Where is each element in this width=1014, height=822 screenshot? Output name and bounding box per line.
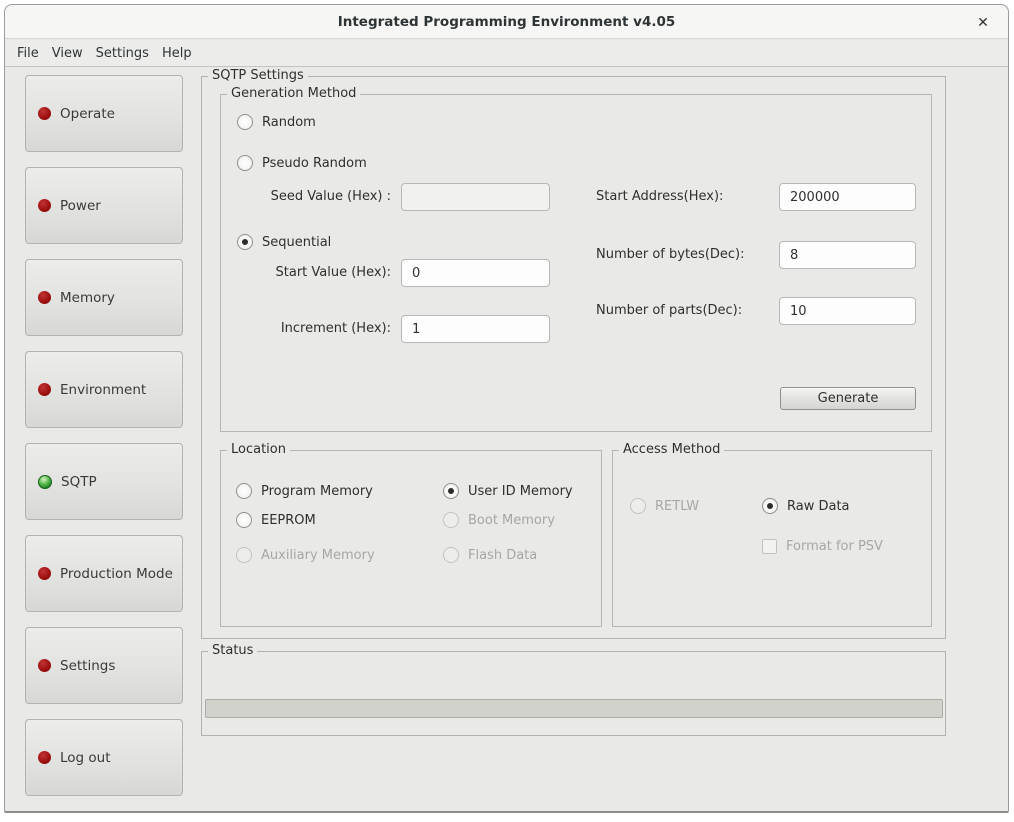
radio-icon xyxy=(236,483,252,499)
generation-method-group-title: Generation Method xyxy=(227,86,360,101)
radio-label: Flash Data xyxy=(468,548,537,563)
sidebar-button-memory[interactable]: Memory xyxy=(25,259,183,336)
start-address-label: Start Address(Hex): xyxy=(596,183,723,211)
close-icon[interactable]: ✕ xyxy=(972,12,994,34)
radio-sequential[interactable]: Sequential xyxy=(237,234,331,250)
status-group: Status xyxy=(201,651,946,736)
location-group-title: Location xyxy=(227,442,290,457)
radio-retlw: RETLW xyxy=(630,498,699,514)
checkbox-format-for-psv: Format for PSV xyxy=(762,539,883,554)
sidebar-button-power[interactable]: Power xyxy=(25,167,183,244)
screen: Integrated Programming Environment v4.05… xyxy=(0,0,1014,822)
app-window: Integrated Programming Environment v4.05… xyxy=(4,4,1009,813)
radio-label: Sequential xyxy=(262,235,331,250)
green-status-icon xyxy=(38,475,52,489)
radio-flash-data: Flash Data xyxy=(443,547,537,563)
menu-help[interactable]: Help xyxy=(162,42,201,65)
radio-icon xyxy=(236,512,252,528)
radio-random[interactable]: Random xyxy=(237,114,316,130)
radio-icon-disabled xyxy=(443,512,459,528)
radio-icon-checked xyxy=(443,483,459,499)
radio-icon-checked xyxy=(762,498,778,514)
radio-icon xyxy=(237,155,253,171)
num-parts-label: Number of parts(Dec): xyxy=(596,297,742,325)
sidebar-label: Environment xyxy=(60,382,146,398)
radio-label: Random xyxy=(262,115,316,130)
sidebar-label: Memory xyxy=(60,290,115,306)
access-method-group-title: Access Method xyxy=(619,442,724,457)
sidebar-label: SQTP xyxy=(61,474,97,490)
radio-icon xyxy=(237,114,253,130)
generation-method-group: Generation Method Random Pseudo Random S… xyxy=(220,94,932,432)
location-group: Location Program Memory User ID Memory E… xyxy=(220,450,602,627)
red-status-icon xyxy=(38,751,51,764)
generate-button[interactable]: Generate xyxy=(780,387,916,410)
radio-eeprom[interactable]: EEPROM xyxy=(236,512,316,528)
sidebar-label: Settings xyxy=(60,658,115,674)
checkbox-icon xyxy=(762,539,777,554)
progress-bar xyxy=(205,699,943,718)
radio-icon-disabled xyxy=(443,547,459,563)
menu-file[interactable]: File xyxy=(17,42,48,65)
radio-auxiliary-memory: Auxiliary Memory xyxy=(236,547,375,563)
radio-icon-disabled xyxy=(630,498,646,514)
num-bytes-label: Number of bytes(Dec): xyxy=(596,241,745,269)
sidebar-button-settings[interactable]: Settings xyxy=(25,627,183,704)
increment-label: Increment (Hex): xyxy=(251,315,391,343)
start-value-input[interactable] xyxy=(401,259,550,287)
sidebar-button-production-mode[interactable]: Production Mode xyxy=(25,535,183,612)
menubar: File View Settings Help xyxy=(5,40,1008,67)
radio-user-id-memory[interactable]: User ID Memory xyxy=(443,483,573,499)
window-title: Integrated Programming Environment v4.05 xyxy=(338,14,676,30)
sidebar-label: Power xyxy=(60,198,101,214)
checkbox-label: Format for PSV xyxy=(786,539,883,554)
radio-program-memory[interactable]: Program Memory xyxy=(236,483,373,499)
start-address-input[interactable] xyxy=(779,183,916,211)
red-status-icon xyxy=(38,107,51,120)
red-status-icon xyxy=(38,567,51,580)
radio-label: Raw Data xyxy=(787,499,850,514)
radio-boot-memory: Boot Memory xyxy=(443,512,555,528)
start-value-label: Start Value (Hex): xyxy=(251,259,391,287)
sqtp-settings-group: SQTP Settings Generation Method Random P… xyxy=(201,76,946,639)
sqtp-settings-group-title: SQTP Settings xyxy=(208,68,308,83)
red-status-icon xyxy=(38,659,51,672)
seed-value-input[interactable] xyxy=(401,183,550,211)
radio-label: Auxiliary Memory xyxy=(261,548,375,563)
status-group-title: Status xyxy=(208,643,257,658)
red-status-icon xyxy=(38,383,51,396)
increment-input[interactable] xyxy=(401,315,550,343)
sidebar-label: Operate xyxy=(60,106,115,122)
titlebar: Integrated Programming Environment v4.05… xyxy=(5,5,1008,39)
sidebar-label: Log out xyxy=(60,750,111,766)
access-method-group: Access Method RETLW Raw Data Format for … xyxy=(612,450,932,627)
radio-pseudo-random[interactable]: Pseudo Random xyxy=(237,155,367,171)
menu-view[interactable]: View xyxy=(52,42,92,65)
sidebar-button-environment[interactable]: Environment xyxy=(25,351,183,428)
radio-label: EEPROM xyxy=(261,513,316,528)
radio-icon-checked xyxy=(237,234,253,250)
seed-value-label: Seed Value (Hex) : xyxy=(251,183,391,211)
red-status-icon xyxy=(38,291,51,304)
sidebar-button-sqtp[interactable]: SQTP xyxy=(25,443,183,520)
sidebar-button-log-out[interactable]: Log out xyxy=(25,719,183,796)
radio-raw-data[interactable]: Raw Data xyxy=(762,498,850,514)
radio-icon-disabled xyxy=(236,547,252,563)
radio-label: Boot Memory xyxy=(468,513,555,528)
sidebar-button-operate[interactable]: Operate xyxy=(25,75,183,152)
num-parts-input[interactable] xyxy=(779,297,916,325)
radio-label: Program Memory xyxy=(261,484,373,499)
radio-label: RETLW xyxy=(655,499,699,514)
menu-settings[interactable]: Settings xyxy=(96,42,158,65)
num-bytes-input[interactable] xyxy=(779,241,916,269)
red-status-icon xyxy=(38,199,51,212)
radio-label: Pseudo Random xyxy=(262,156,367,171)
sidebar-label: Production Mode xyxy=(60,566,173,582)
radio-label: User ID Memory xyxy=(468,484,573,499)
